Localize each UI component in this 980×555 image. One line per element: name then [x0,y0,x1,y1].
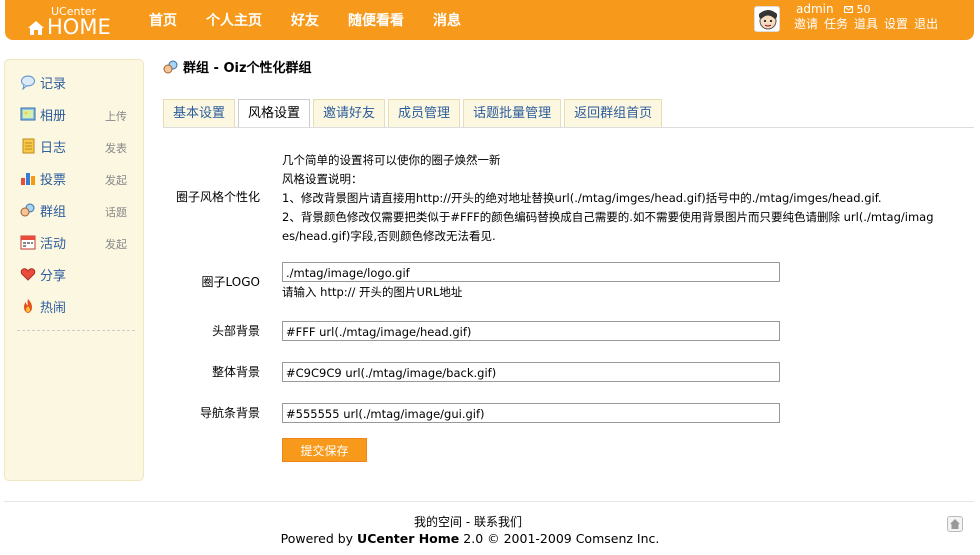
logo-big-text: HOME [47,15,111,39]
sidebar-item-poll[interactable]: 投票 发起 [20,166,140,190]
sidebar-item-blog[interactable]: 日志 发表 [20,134,140,158]
tab-style-settings[interactable]: 风格设置 [238,99,311,128]
nav-friends[interactable]: 好友 [291,10,319,30]
group-icon [163,60,178,74]
logo-url-field[interactable]: ./mtag/image/logo.gif [282,262,780,282]
logo-hint: 请输入 http:// 开头的图片URL地址 [282,285,463,299]
home-icon [28,21,44,35]
link-invite[interactable]: 邀请 [794,15,818,32]
sidebar-item-album[interactable]: 相册 上传 [20,102,140,126]
tab-divider [163,127,974,128]
nav-profile[interactable]: 个人主页 [206,10,262,30]
home-icon [950,519,960,529]
sidebar-action-start-poll[interactable]: 发起 [105,172,127,188]
sidebar-item-group[interactable]: 群组 话题 [20,198,140,222]
envelope-icon [844,6,853,13]
head-bg-field[interactable]: #FFF url(./mtag/image/head.gif) [282,321,780,341]
photo-icon [20,107,36,121]
nav-browse[interactable]: 随便看看 [348,10,404,30]
logo-label: 圈子LOGO [201,275,260,289]
notebook-icon [22,138,35,154]
sidebar-action-publish[interactable]: 发表 [105,140,127,156]
style-desc-line: 1、修改背景图片请直接用http://开头的绝对地址替换url(./mtag/i… [282,191,882,205]
sidebar-item-event[interactable]: 活动 发起 [20,230,140,254]
sidebar-item-record[interactable]: 记录 [20,70,140,94]
sidebar-item-label: 分享 [40,269,67,284]
powered-prefix: Powered by [280,531,354,546]
group-icon [20,203,35,217]
back-bg-field[interactable]: #C9C9C9 url(./mtag/image/back.gif) [282,362,780,382]
back-to-top-button[interactable] [947,516,963,532]
footer-links: 我的空间 - 联系我们 [0,513,936,530]
user-links: 邀请 任务 道具 设置 退出 [794,15,944,32]
sidebar-item-label: 活动 [40,237,67,252]
tab-member-management[interactable]: 成员管理 [388,99,461,127]
footer-link-my-space[interactable]: 我的空间 [414,515,462,529]
style-desc-line: 几个简单的设置将可以使你的圈子焕然一新 [282,153,501,167]
powered-suffix: 2.0 © 2001-2009 Comsenz Inc. [463,531,660,546]
tab-topic-batch[interactable]: 话题批量管理 [463,99,562,127]
sidebar-item-label: 日志 [40,141,67,156]
avatar[interactable] [754,6,780,32]
tab-bar: 基本设置 风格设置 邀请好友 成员管理 话题批量管理 返回群组首页 [163,99,665,128]
fire-icon [24,299,32,313]
sidebar-divider [17,330,135,331]
page-title: 群组 - Oiz个性化群组 [163,57,312,76]
speech-bubble-icon [21,75,35,90]
link-settings[interactable]: 设置 [884,15,908,32]
user-box: admin 50 邀请 任务 道具 设置 退出 [754,2,979,38]
footer-divider [4,501,974,502]
powered-by: Powered by UCenter Home 2.0 © 2001-2009 … [0,531,940,546]
tab-back-to-group[interactable]: 返回群组首页 [564,99,663,127]
head-bg-label: 头部背景 [211,324,260,338]
link-props[interactable]: 道具 [854,15,878,32]
nav-bg-field[interactable]: #555555 url(./mtag/image/gui.gif) [282,403,780,423]
sidebar-item-share[interactable]: 分享 [20,262,140,286]
sidebar-item-hot[interactable]: 热闹 [20,294,140,318]
nav-home[interactable]: 首页 [149,10,177,30]
top-nav: 首页 个人主页 好友 随便看看 消息 [149,10,490,30]
sidebar-item-label: 热闹 [40,301,67,316]
header-bar: UCenter HOME 首页 个人主页 好友 随便看看 消息 admin 50… [5,0,974,40]
sidebar-action-upload[interactable]: 上传 [105,108,127,124]
powered-brand[interactable]: UCenter Home [357,531,459,546]
page-title-text: 群组 - Oiz个性化群组 [183,61,312,76]
nav-bg-label: 导航条背景 [199,406,260,420]
heart-icon [20,268,36,281]
calendar-icon [20,235,36,250]
link-logout[interactable]: 退出 [914,15,938,32]
bar-chart-icon [21,173,35,185]
sidebar-action-topic[interactable]: 话题 [105,204,127,220]
tab-invite-friends[interactable]: 邀请好友 [313,99,386,127]
site-logo[interactable]: UCenter HOME [27,4,127,39]
submit-button[interactable]: 提交保存 [282,438,367,462]
back-bg-label: 整体背景 [211,365,260,379]
style-description: 几个简单的设置将可以使你的圈子焕然一新 风格设置说明： 1、修改背景图片请直接用… [282,151,964,246]
sidebar-item-label: 记录 [40,77,67,92]
style-label: 圈子风格个性化 [175,190,260,204]
style-desc-line: es/head.gif)字段,否则颜色修改无法看见. [282,229,496,243]
username[interactable]: admin [796,2,834,16]
style-desc-line: 2、背景颜色修改仅需要把类似于#FFF的颜色编码替换成自己需要的.如不需要使用背… [282,210,934,224]
style-desc-line: 风格设置说明： [282,172,363,186]
sidebar-item-label: 投票 [40,173,67,188]
footer-separator: - [465,515,474,529]
sidebar-item-label: 相册 [40,109,67,124]
sidebar: 记录 相册 上传 日志 发表 投票 发起 群组 话题 活动 发起 分享 热闹 [4,59,144,481]
footer-link-contact[interactable]: 联系我们 [474,515,522,529]
tab-basic-settings[interactable]: 基本设置 [163,99,236,127]
sidebar-item-label: 群组 [40,205,67,220]
sidebar-action-start-event[interactable]: 发起 [105,236,127,252]
avatar-face-icon [755,7,779,31]
nav-messages[interactable]: 消息 [433,10,461,30]
link-tasks[interactable]: 任务 [824,15,848,32]
